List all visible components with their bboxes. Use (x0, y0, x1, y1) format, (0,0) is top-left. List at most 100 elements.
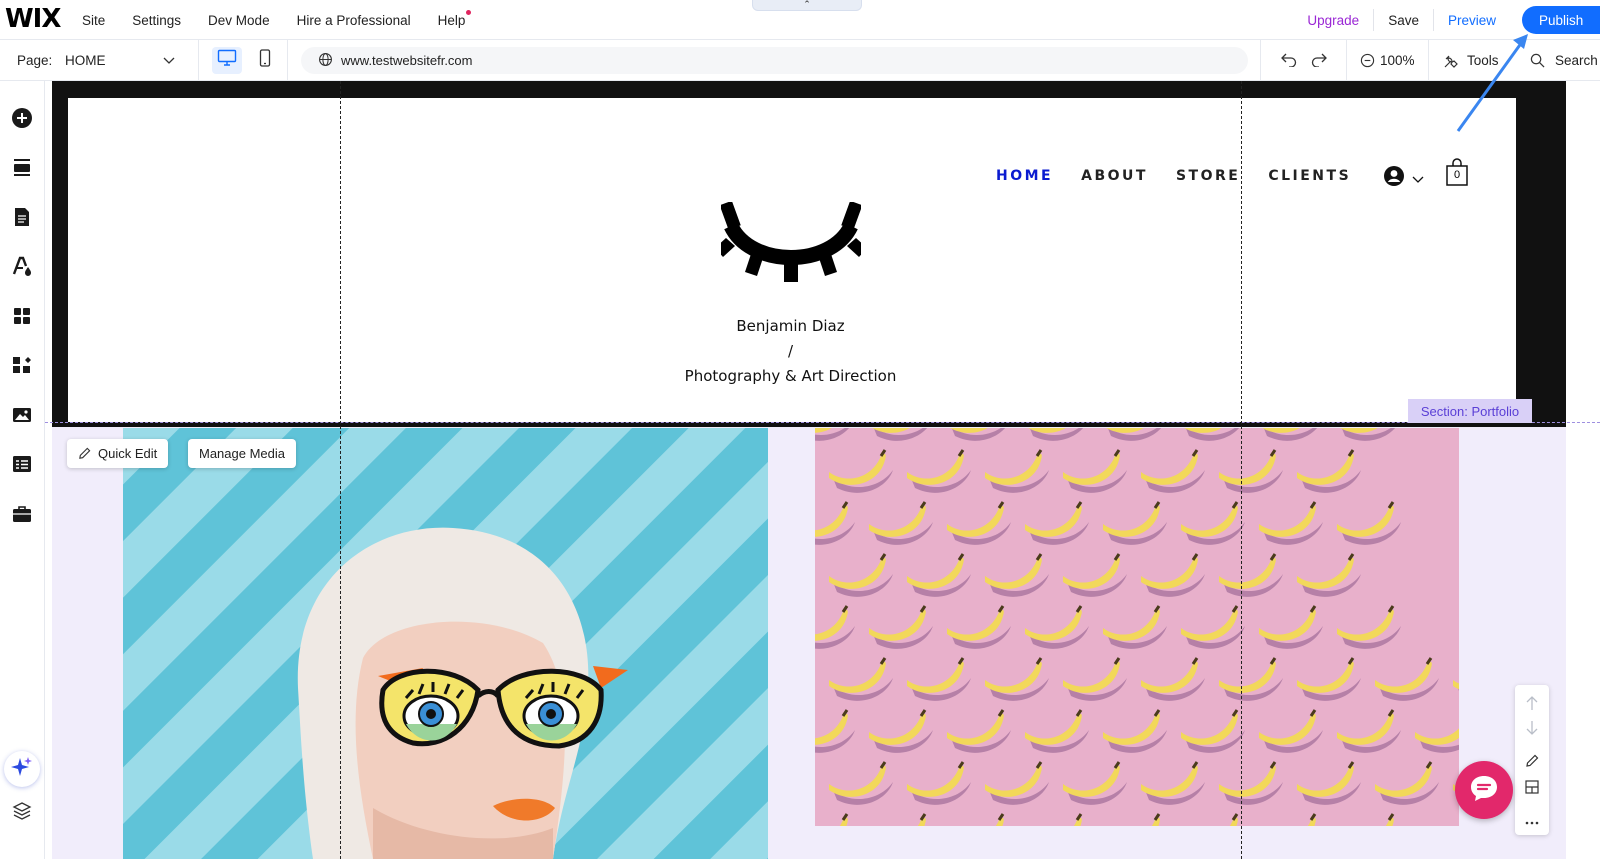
banana (1375, 761, 1439, 805)
user-avatar-icon (1383, 165, 1405, 192)
portrait-photo[interactable] (123, 428, 768, 859)
banana (1415, 814, 1459, 826)
section-layout-button[interactable] (1515, 777, 1549, 801)
zoom-button[interactable]: 100% (1360, 40, 1415, 81)
layers-icon[interactable] (11, 800, 33, 822)
chevron-down-icon (163, 53, 175, 70)
arrow-up-icon (1526, 695, 1538, 716)
banana (829, 449, 893, 493)
site-url-bar[interactable]: www.testwebsitefr.com (301, 47, 1248, 74)
banana (869, 605, 933, 649)
site-nav-menu[interactable]: HOME ABOUT STORE CLIENTS (996, 168, 1379, 184)
search-button[interactable]: Search (1530, 40, 1598, 81)
collapse-topbar-tab[interactable]: ⌃ (752, 0, 862, 11)
menu-hire-a-professional[interactable]: Hire a Professional (297, 13, 411, 28)
sparkle-icon (11, 756, 33, 783)
undo-button[interactable] (1280, 40, 1298, 81)
menu-dev-mode[interactable]: Dev Mode (208, 13, 270, 28)
business-apps-icon[interactable] (11, 354, 33, 376)
banana (829, 761, 893, 805)
move-section-up-button[interactable] (1515, 693, 1549, 717)
add-section-icon[interactable] (11, 156, 33, 178)
mobile-icon (259, 49, 271, 72)
divider (1428, 40, 1429, 81)
divider (1346, 40, 1347, 81)
cms-icon[interactable] (11, 453, 33, 475)
mobile-view-button[interactable] (250, 47, 280, 74)
media-icon[interactable] (11, 404, 33, 426)
upgrade-link[interactable]: Upgrade (1307, 13, 1359, 28)
section-label[interactable]: Section: Portfolio (1408, 399, 1532, 423)
section-actions-panel (1515, 685, 1549, 835)
manage-media-button[interactable]: Manage Media (188, 439, 296, 468)
top-menu: Site Settings Dev Mode Hire a Profession… (82, 0, 492, 40)
apps-icon[interactable] (11, 305, 33, 327)
tools-button[interactable]: Tools (1443, 40, 1499, 81)
site-title-slash: / (787, 342, 794, 360)
quick-edit-button[interactable]: Quick Edit (67, 439, 169, 468)
banana (1106, 428, 1161, 441)
banana (995, 813, 1005, 826)
save-button[interactable]: Save (1388, 13, 1419, 28)
nav-store[interactable]: STORE (1176, 168, 1240, 184)
banana (907, 657, 971, 701)
banana (815, 501, 855, 545)
banana (947, 605, 1011, 649)
menu-site[interactable]: Site (82, 13, 105, 28)
banana (985, 657, 1049, 701)
portfolio-icon[interactable] (11, 503, 33, 525)
quick-edit-label: Quick Edit (98, 446, 158, 461)
more-options-button[interactable] (1515, 809, 1549, 833)
header-section[interactable]: HOME ABOUT STORE CLIENTS 0 Benjamin Diaz… (68, 98, 1516, 422)
banana (829, 553, 893, 597)
banana (1181, 501, 1245, 545)
edit-section-button[interactable] (1515, 751, 1549, 775)
banana (1385, 813, 1395, 826)
nav-home[interactable]: HOME (996, 168, 1053, 184)
eye-logo-icon[interactable] (715, 200, 867, 289)
add-elements-icon[interactable] (11, 107, 33, 129)
banana (1063, 553, 1127, 597)
redo-button[interactable] (1310, 40, 1328, 81)
top-actions: Upgrade Save Preview Publish (1307, 0, 1600, 40)
ai-assistant-button[interactable] (4, 751, 40, 787)
menu-help[interactable]: Help (438, 9, 472, 28)
editor-toolbar: Page: HOME www.testwebsitefr.com 100% To… (0, 40, 1600, 81)
page-dropdown[interactable]: HOME (65, 53, 175, 68)
banana (1259, 605, 1323, 649)
desktop-view-button[interactable] (212, 47, 242, 74)
login-bar[interactable] (1383, 165, 1424, 192)
move-section-down-button[interactable] (1515, 718, 1549, 742)
banana (1063, 449, 1127, 493)
banana (1307, 813, 1317, 826)
search-icon (1530, 53, 1545, 68)
pages-icon[interactable] (11, 206, 33, 228)
site-title-tagline: Photography & Art Direction (684, 367, 897, 385)
banana (1259, 709, 1323, 753)
banana (1415, 728, 1459, 753)
chat-button[interactable] (1455, 761, 1513, 819)
site-title[interactable]: Benjamin Diaz / Photography & Art Direct… (668, 314, 913, 389)
nav-about[interactable]: ABOUT (1081, 168, 1148, 184)
site-design-icon[interactable] (11, 255, 33, 277)
publish-button[interactable]: Publish (1522, 6, 1600, 34)
editor-canvas[interactable]: HOME ABOUT STORE CLIENTS 0 Benjamin Diaz… (45, 81, 1600, 859)
banana (907, 553, 971, 597)
banana (1453, 680, 1459, 691)
banana (1259, 501, 1323, 545)
banana (985, 553, 1049, 597)
nav-clients[interactable]: CLIENTS (1268, 168, 1351, 184)
site-title-name: Benjamin Diaz (736, 317, 845, 335)
cart-button[interactable]: 0 (1446, 158, 1468, 191)
pencil-icon (78, 447, 91, 460)
banana (1025, 605, 1089, 649)
divider (198, 40, 199, 81)
banana (950, 428, 1005, 441)
zoom-level: 100% (1380, 53, 1415, 68)
bananas-photo[interactable] (815, 428, 1459, 826)
menu-settings[interactable]: Settings (132, 13, 181, 28)
banana (839, 813, 849, 826)
wix-logo[interactable]: WIX (5, 4, 61, 34)
banana (1151, 813, 1161, 826)
preview-button[interactable]: Preview (1448, 13, 1496, 28)
